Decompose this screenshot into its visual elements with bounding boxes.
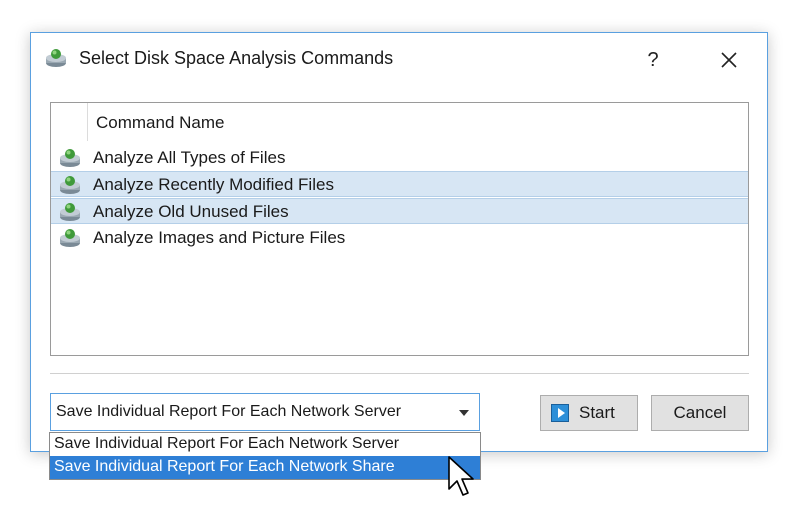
dropdown-option-label: Save Individual Report For Each Network … (54, 458, 395, 475)
dropdown-option-label: Save Individual Report For Each Network … (54, 435, 400, 452)
list-item[interactable]: Analyze Recently Modified Files (51, 171, 748, 197)
list-item-label: Analyze Old Unused Files (93, 202, 289, 221)
list-item-label: Analyze All Types of Files (93, 148, 286, 167)
chevron-down-icon[interactable] (459, 410, 469, 416)
cancel-button[interactable]: Cancel (651, 395, 749, 431)
disk-analysis-icon (60, 176, 80, 194)
cancel-button-label: Cancel (673, 403, 727, 422)
list-item[interactable]: Analyze All Types of Files (51, 145, 748, 171)
mouse-cursor-icon (448, 456, 474, 496)
close-icon (721, 52, 737, 68)
play-icon (551, 404, 569, 422)
list-item-label: Analyze Recently Modified Files (93, 175, 334, 194)
column-header-label: Command Name (96, 113, 225, 132)
report-mode-select[interactable]: Save Individual Report For Each Network … (50, 393, 480, 431)
divider (50, 373, 749, 374)
command-list[interactable]: Command Name Analyze All Types of Files … (50, 102, 749, 356)
list-item-label: Analyze Images and Picture Files (93, 228, 346, 247)
window-title: Select Disk Space Analysis Commands (79, 48, 394, 68)
list-item[interactable]: Analyze Images and Picture Files (51, 225, 748, 251)
start-button-label: Start (579, 403, 615, 422)
column-divider (87, 103, 88, 141)
report-mode-dropdown-list[interactable]: Save Individual Report For Each Network … (49, 432, 481, 480)
title-bar[interactable]: Select Disk Space Analysis Commands ? (31, 33, 767, 85)
disk-analysis-icon (60, 149, 80, 167)
disk-analysis-icon (46, 49, 66, 67)
dropdown-option-network-share[interactable]: Save Individual Report For Each Network … (50, 456, 480, 479)
report-mode-value: Save Individual Report For Each Network … (56, 403, 402, 420)
disk-analysis-icon (60, 203, 80, 221)
disk-analysis-icon (60, 229, 80, 247)
column-header[interactable]: Command Name (51, 103, 748, 141)
help-button[interactable]: ? (633, 43, 673, 77)
list-item[interactable]: Analyze Old Unused Files (51, 198, 748, 224)
close-button[interactable] (707, 43, 751, 77)
dropdown-option-network-server[interactable]: Save Individual Report For Each Network … (50, 433, 480, 456)
start-button[interactable]: Start (540, 395, 638, 431)
dialog-window: Select Disk Space Analysis Commands ? Co… (30, 32, 768, 452)
